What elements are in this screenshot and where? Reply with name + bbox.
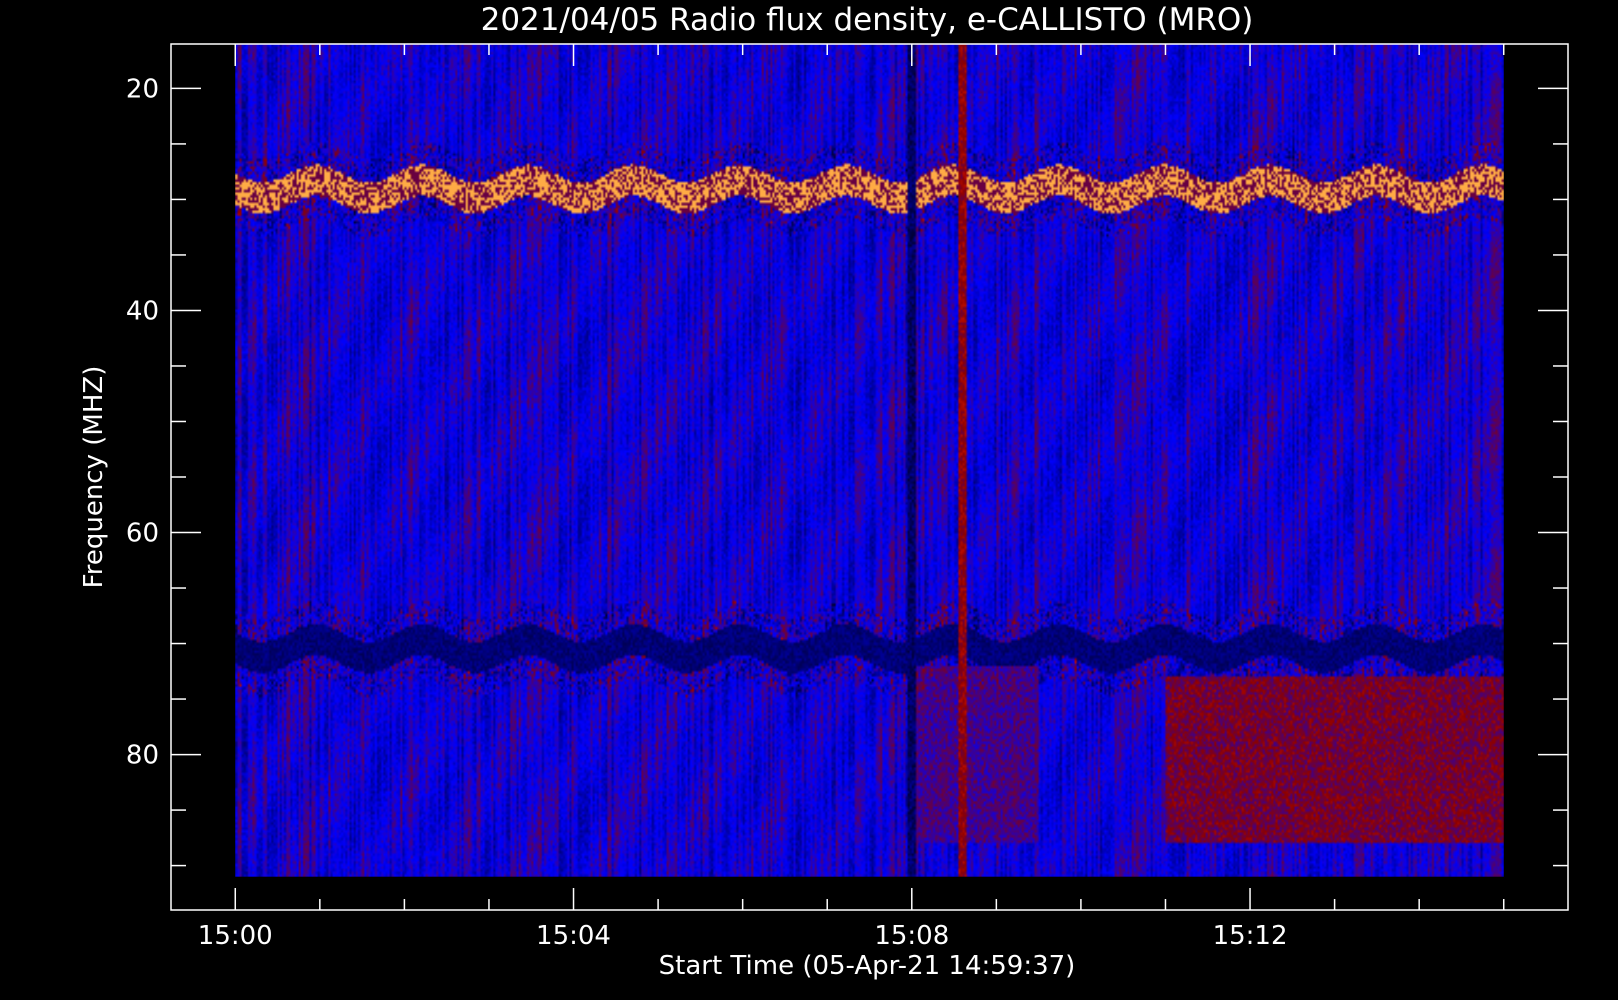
chart-title: 2021/04/05 Radio flux density, e-CALLIST… bbox=[481, 2, 1254, 38]
x-tick-label: 15:08 bbox=[874, 921, 949, 951]
spectrogram-heatmap bbox=[235, 44, 1504, 877]
spectrogram-chart: 2021/04/05 Radio flux density, e-CALLIST… bbox=[0, 0, 1618, 1000]
x-axis-label: Start Time (05-Apr-21 14:59:37) bbox=[659, 951, 1076, 981]
x-tick-label: 15:00 bbox=[198, 921, 273, 951]
y-axis-label: Frequency (MHZ) bbox=[79, 366, 109, 589]
y-tick-label: 20 bbox=[126, 74, 159, 104]
x-tick-label: 15:12 bbox=[1213, 921, 1288, 951]
y-tick-label: 80 bbox=[126, 741, 159, 771]
y-tick-label: 40 bbox=[126, 296, 159, 326]
x-tick-label: 15:04 bbox=[536, 921, 611, 951]
y-tick-label: 60 bbox=[126, 519, 159, 549]
